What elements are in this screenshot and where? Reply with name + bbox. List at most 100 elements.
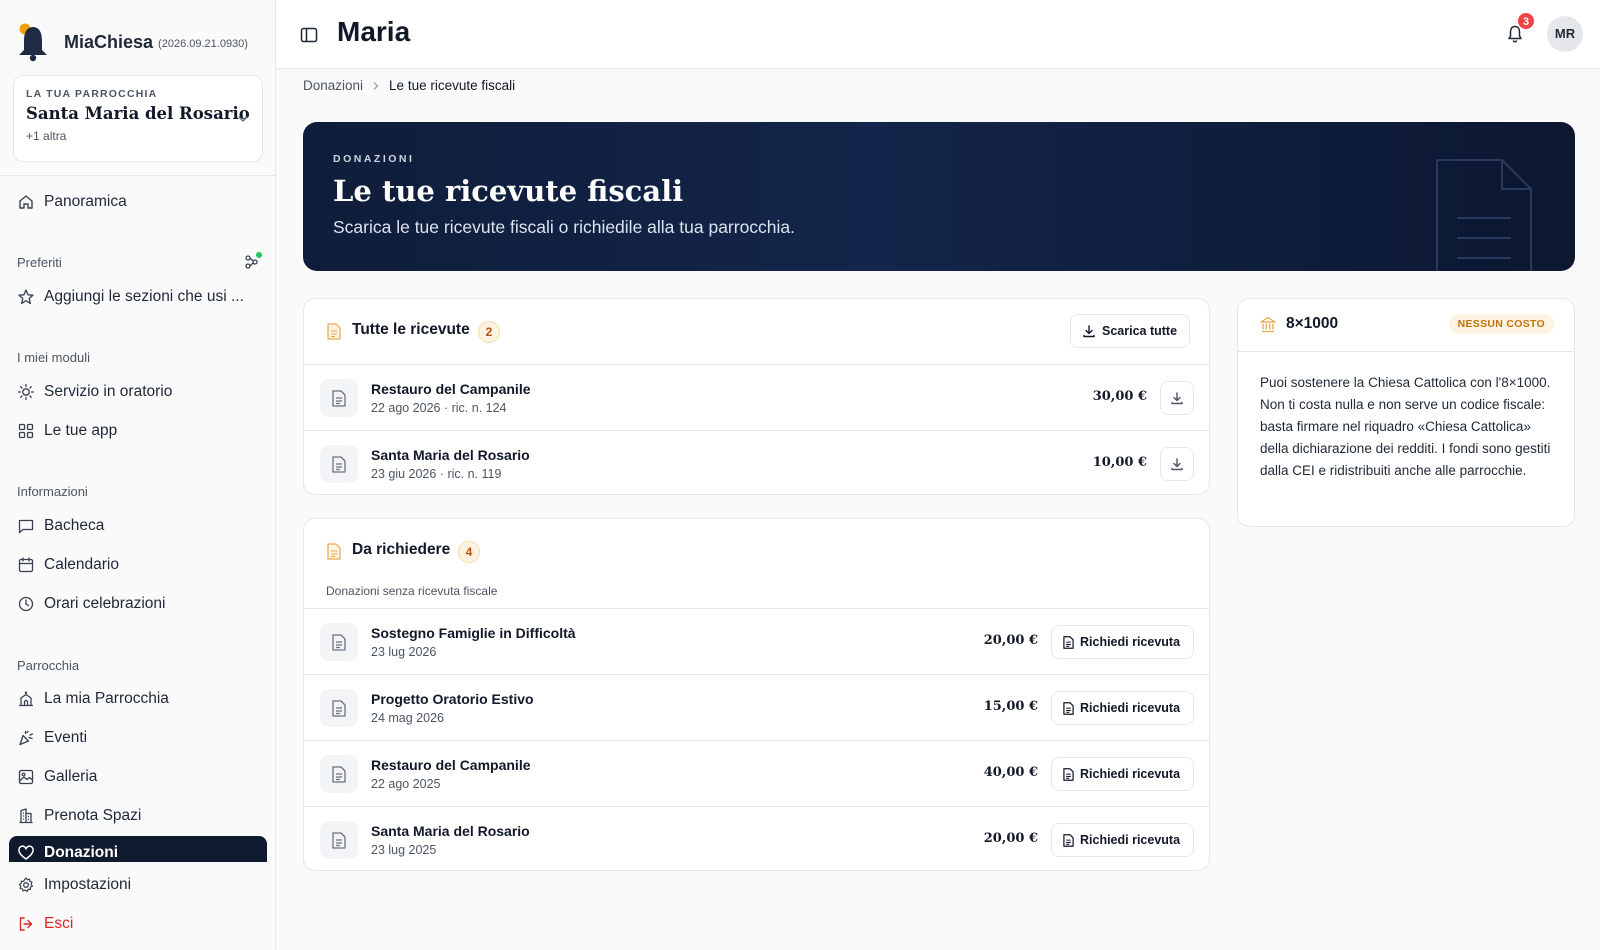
section-label-info: Informazioni <box>17 484 88 499</box>
breadcrumb-parent[interactable]: Donazioni <box>303 78 363 93</box>
receipt-icon <box>327 323 341 340</box>
clock-icon <box>18 596 34 612</box>
document-tile <box>320 379 358 417</box>
document-icon <box>332 699 346 717</box>
brand[interactable]: MiaChiesa (2026.09.21.0930) <box>16 20 248 64</box>
sidebar-toggle-icon[interactable] <box>300 26 318 44</box>
sidebar-item-label: Prenota Spazi <box>44 807 142 824</box>
chevron-down-icon <box>238 116 248 122</box>
sidebar-item-my-parish[interactable]: La mia Parrocchia <box>17 684 169 714</box>
avatar[interactable]: MR <box>1547 16 1583 52</box>
section-label-parish: Parrocchia <box>17 658 80 673</box>
document-icon <box>1063 833 1074 847</box>
document-icon <box>1063 701 1074 715</box>
sidebar-item-logout[interactable]: Esci <box>17 909 73 939</box>
sidebar-item-label: Servizio in oratorio <box>44 383 173 400</box>
heart-icon <box>18 845 34 860</box>
church-icon <box>19 691 33 707</box>
receipts-card: Tutte le ricevute 2 Scarica tutte Restau… <box>303 298 1210 495</box>
request-receipt-button[interactable]: Richiedi ricevuta <box>1051 625 1194 659</box>
brand-name: MiaChiesa <box>64 31 154 52</box>
bell-logo-icon <box>19 23 47 62</box>
receipts-title: Tutte le ricevute <box>352 321 470 338</box>
receipt-name: Restauro del Campanile <box>371 381 531 397</box>
bank-icon <box>1260 316 1276 333</box>
receipt-amount: 30,00 € <box>1092 389 1147 404</box>
document-icon <box>332 455 346 473</box>
otto-per-mille-card: 8×1000 NESSUN COSTO Puoi sostenere la Ch… <box>1237 298 1575 527</box>
request-receipt-button[interactable]: Richiedi ricevuta <box>1051 823 1194 857</box>
receipt-meta: 23 giu 2026 · ric. n. 119 <box>371 467 502 481</box>
sidebar-divider <box>0 175 276 176</box>
sidebar-item-label: Impostazioni <box>44 876 132 893</box>
otto-per-mille-title: 8×1000 <box>1286 315 1339 332</box>
receipts-card-header: Tutte le ricevute 2 Scarica tutte <box>304 299 1209 364</box>
parish-name: Santa Maria del Rosario <box>26 104 250 123</box>
to-request-card-header: Da richiedere 4 Donazioni senza ricevuta… <box>304 519 1209 608</box>
to-request-card: Da richiedere 4 Donazioni senza ricevuta… <box>303 518 1210 871</box>
document-decoration-icon <box>1436 159 1532 271</box>
receipt-name: Santa Maria del Rosario <box>371 447 530 463</box>
customize-favorites-icon[interactable] <box>244 252 264 272</box>
donation-row: Sostegno Famiglie in Difficoltà 23 lug 2… <box>304 608 1209 674</box>
sidebar-item-label: Panoramica <box>44 193 127 210</box>
receipt-icon <box>327 543 341 560</box>
sidebar-item-label: Aggiungi le sezioni che usi ... <box>44 288 244 305</box>
donation-date: 23 lug 2026 <box>371 645 437 659</box>
to-request-title: Da richiedere <box>352 541 451 558</box>
document-tile <box>320 821 358 859</box>
sidebar-item-masses[interactable]: Orari celebrazioni <box>17 589 165 619</box>
sidebar-item-label: La mia Parrocchia <box>44 690 169 707</box>
donation-date: 23 lug 2025 <box>371 843 437 857</box>
donation-date: 24 mag 2026 <box>371 711 444 725</box>
image-icon <box>18 769 34 785</box>
request-receipt-label: Richiedi ricevuta <box>1080 833 1181 847</box>
sidebar-item-book-spaces[interactable]: Prenota Spazi <box>17 801 141 831</box>
download-receipt-button[interactable] <box>1160 447 1194 481</box>
sidebar-item-calendar[interactable]: Calendario <box>17 550 119 580</box>
sidebar-item-events[interactable]: Eventi <box>17 723 87 753</box>
sidebar-item-board[interactable]: Bacheca <box>17 511 104 541</box>
hero-eyebrow: DONAZIONI <box>333 153 415 165</box>
sidebar-item-donations[interactable]: Donazioni <box>9 836 267 862</box>
notification-badge: 3 <box>1517 12 1535 30</box>
donation-name: Restauro del Campanile <box>371 757 531 773</box>
download-all-button[interactable]: Scarica tutte <box>1070 314 1190 348</box>
download-icon <box>1171 392 1183 405</box>
request-receipt-button[interactable]: Richiedi ricevuta <box>1051 757 1194 791</box>
to-request-caption: Donazioni senza ricevuta fiscale <box>326 584 498 598</box>
donation-date: 22 ago 2025 <box>371 777 441 791</box>
document-tile <box>320 445 358 483</box>
download-icon <box>1171 458 1183 471</box>
donation-amount: 20,00 € <box>983 633 1038 648</box>
sidebar-item-oratory[interactable]: Servizio in oratorio <box>17 377 172 407</box>
hero-title: Le tue ricevute fiscali <box>333 174 684 208</box>
otto-per-mille-header: 8×1000 NESSUN COSTO <box>1238 299 1574 352</box>
donation-amount: 15,00 € <box>983 699 1038 714</box>
donation-amount: 20,00 € <box>983 831 1038 846</box>
download-receipt-button[interactable] <box>1160 381 1194 415</box>
home-icon <box>19 195 33 209</box>
gear-icon <box>18 877 33 892</box>
star-icon <box>18 289 34 305</box>
sidebar-item-overview[interactable]: Panoramica <box>17 187 127 217</box>
sidebar-item-label: Bacheca <box>44 517 105 534</box>
request-receipt-button[interactable]: Richiedi ricevuta <box>1051 691 1194 725</box>
no-cost-badge: NESSUN COSTO <box>1448 314 1554 334</box>
document-icon <box>1063 635 1074 649</box>
donation-name: Santa Maria del Rosario <box>371 823 530 839</box>
document-icon <box>332 633 346 651</box>
sidebar-item-apps[interactable]: Le tue app <box>17 416 117 446</box>
sidebar-item-add-favorites[interactable]: Aggiungi le sezioni che usi ... <box>17 282 244 312</box>
sidebar-item-gallery[interactable]: Galleria <box>17 762 97 792</box>
request-receipt-label: Richiedi ricevuta <box>1080 767 1181 781</box>
sun-icon <box>17 383 35 401</box>
donation-name: Progetto Oratorio Estivo <box>371 691 534 707</box>
parish-selector[interactable]: LA TUA PARROCCHIA Santa Maria del Rosari… <box>13 75 263 162</box>
to-request-count-badge: 4 <box>458 541 480 563</box>
sidebar-item-settings[interactable]: Impostazioni <box>17 870 131 900</box>
top-header: Maria 3 MR <box>276 0 1600 69</box>
sidebar-item-label: Calendario <box>44 556 119 573</box>
sidebar-item-label: Le tue app <box>44 422 118 439</box>
donation-amount: 40,00 € <box>983 765 1038 780</box>
